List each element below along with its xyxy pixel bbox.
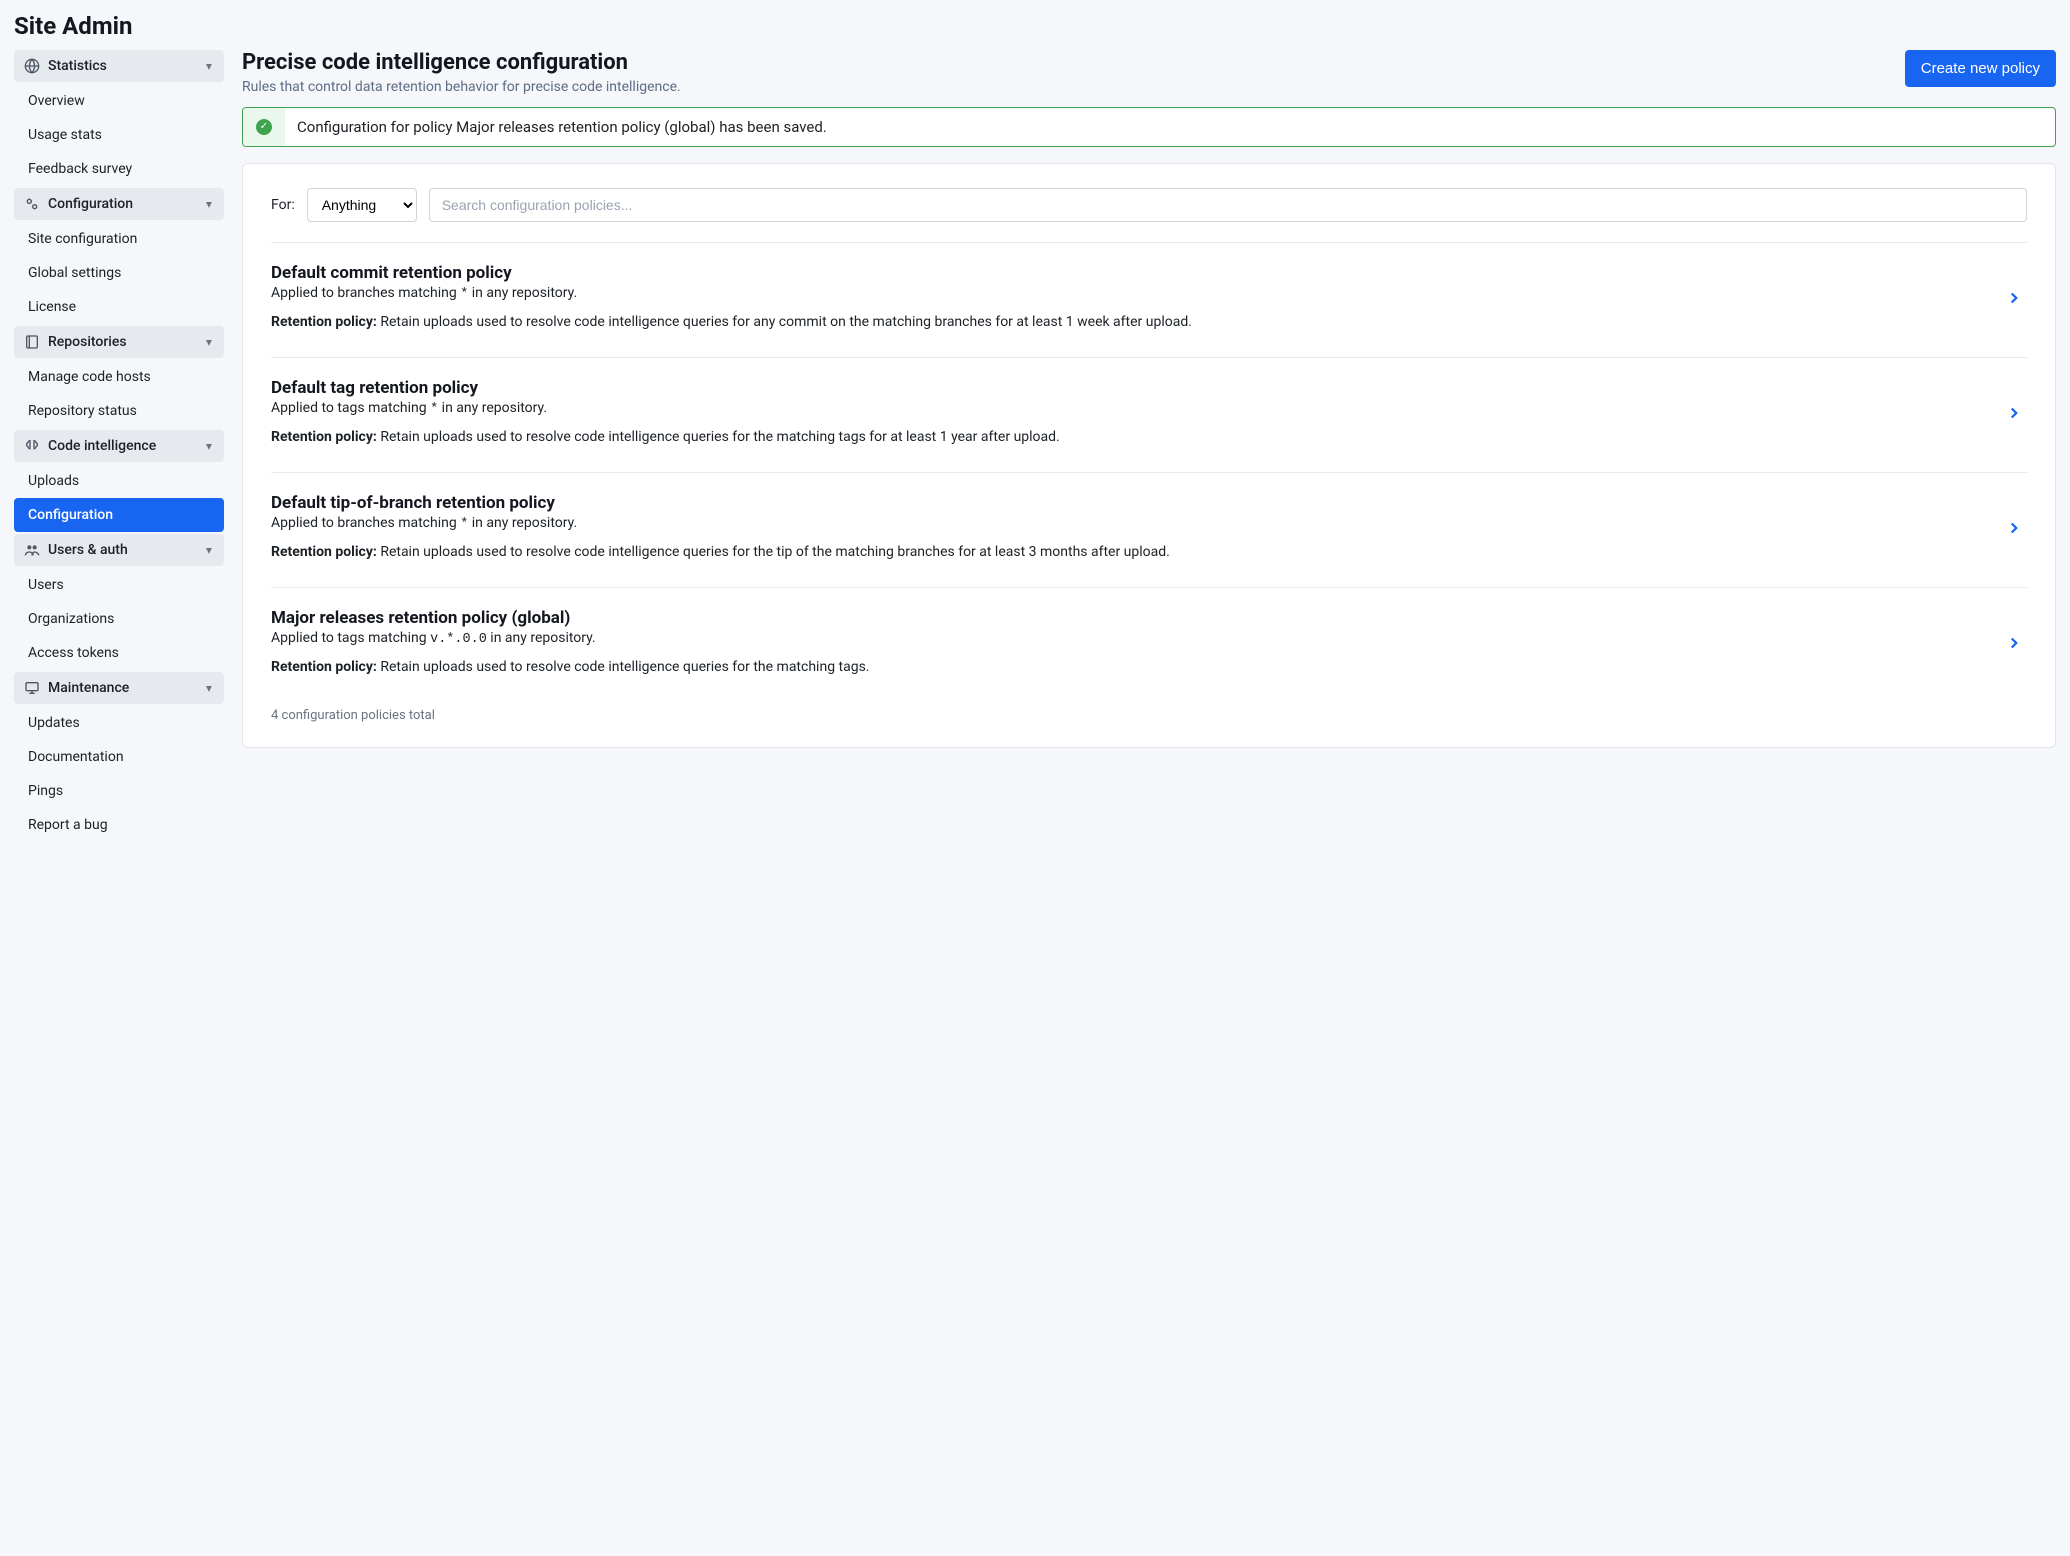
sidebar-item-access-tokens[interactable]: Access tokens bbox=[14, 636, 224, 670]
policy-applied: Applied to branches matching * in any re… bbox=[271, 515, 1989, 532]
sidebar-item-uploads[interactable]: Uploads bbox=[14, 464, 224, 498]
chevron-up-icon: ▲ bbox=[204, 545, 214, 556]
chevron-right-icon bbox=[2001, 519, 2027, 537]
nav-header-label: Maintenance bbox=[48, 680, 196, 696]
search-input[interactable] bbox=[429, 188, 2027, 222]
brain-icon bbox=[24, 438, 40, 454]
sidebar-item-feedback-survey[interactable]: Feedback survey bbox=[14, 152, 224, 186]
policy-item[interactable]: Major releases retention policy (global)… bbox=[271, 587, 2027, 702]
policy-item[interactable]: Default commit retention policy Applied t… bbox=[271, 242, 2027, 357]
nav-header-label: Statistics bbox=[48, 58, 196, 74]
policy-applied: Applied to branches matching * in any re… bbox=[271, 285, 1989, 302]
sidebar-item-documentation[interactable]: Documentation bbox=[14, 740, 224, 774]
policy-title: Default tag retention policy bbox=[271, 378, 1989, 398]
sidebar-item-report-a-bug[interactable]: Report a bug bbox=[14, 808, 224, 842]
nav-header-label: Repositories bbox=[48, 334, 196, 350]
policy-applied: Applied to tags matching v.*.0.0 in any … bbox=[271, 630, 1989, 647]
chevron-right-icon bbox=[2001, 634, 2027, 652]
nav-header-users-auth[interactable]: Users & auth ▲ bbox=[14, 534, 224, 566]
policy-item[interactable]: Default tag retention policy Applied to t… bbox=[271, 357, 2027, 472]
policy-retention: Retention policy: Retain uploads used to… bbox=[271, 657, 1989, 678]
sidebar-item-manage-code-hosts[interactable]: Manage code hosts bbox=[14, 360, 224, 394]
policy-title: Default tip-of-branch retention policy bbox=[271, 493, 1989, 513]
policy-pattern: * bbox=[430, 402, 438, 417]
chevron-up-icon: ▲ bbox=[204, 337, 214, 348]
main-heading: Precise code intelligence configuration bbox=[242, 50, 681, 75]
nav-header-configuration[interactable]: Configuration ▲ bbox=[14, 188, 224, 220]
alert-success: ✓ Configuration for policy Major release… bbox=[242, 107, 2056, 147]
policy-retention: Retention policy: Retain uploads used to… bbox=[271, 542, 1989, 563]
policy-title: Major releases retention policy (global) bbox=[271, 608, 1989, 628]
sidebar-item-usage-stats[interactable]: Usage stats bbox=[14, 118, 224, 152]
users-icon bbox=[24, 542, 40, 558]
sidebar-item-updates[interactable]: Updates bbox=[14, 706, 224, 740]
sidebar-item-global-settings[interactable]: Global settings bbox=[14, 256, 224, 290]
policy-applied: Applied to tags matching * in any reposi… bbox=[271, 400, 1989, 417]
nav-header-label: Configuration bbox=[48, 196, 196, 212]
sidebar-item-overview[interactable]: Overview bbox=[14, 84, 224, 118]
chevron-up-icon: ▲ bbox=[204, 683, 214, 694]
nav-header-label: Users & auth bbox=[48, 542, 196, 558]
globe-icon bbox=[24, 58, 40, 74]
cogs-icon bbox=[24, 196, 40, 212]
nav-header-repositories[interactable]: Repositories ▲ bbox=[14, 326, 224, 358]
repo-icon bbox=[24, 334, 40, 350]
policy-list: Default commit retention policy Applied t… bbox=[271, 242, 2027, 702]
sidebar-item-configuration[interactable]: Configuration bbox=[14, 498, 224, 532]
nav-header-label: Code intelligence bbox=[48, 438, 196, 454]
sidebar-item-repository-status[interactable]: Repository status bbox=[14, 394, 224, 428]
policies-card: For: Anything Default commit retention p… bbox=[242, 163, 2056, 748]
page-title: Site Admin bbox=[14, 12, 2056, 40]
chevron-up-icon: ▲ bbox=[204, 199, 214, 210]
nav-header-code-intelligence[interactable]: Code intelligence ▲ bbox=[14, 430, 224, 462]
sidebar-nav: Statistics ▲ OverviewUsage statsFeedback s… bbox=[14, 50, 224, 844]
monitor-icon bbox=[24, 680, 40, 696]
sidebar-item-pings[interactable]: Pings bbox=[14, 774, 224, 808]
chevron-up-icon: ▲ bbox=[204, 61, 214, 72]
nav-header-maintenance[interactable]: Maintenance ▲ bbox=[14, 672, 224, 704]
sidebar-item-site-configuration[interactable]: Site configuration bbox=[14, 222, 224, 256]
filter-for-label: For: bbox=[271, 197, 295, 213]
main-subheading: Rules that control data retention behavi… bbox=[242, 79, 681, 95]
chevron-right-icon bbox=[2001, 404, 2027, 422]
nav-header-statistics[interactable]: Statistics ▲ bbox=[14, 50, 224, 82]
create-new-policy-button[interactable]: Create new policy bbox=[1905, 50, 2056, 87]
sidebar-item-organizations[interactable]: Organizations bbox=[14, 602, 224, 636]
policy-title: Default commit retention policy bbox=[271, 263, 1989, 283]
policy-retention: Retention policy: Retain uploads used to… bbox=[271, 312, 1989, 333]
filter-for-select[interactable]: Anything bbox=[307, 188, 417, 222]
policy-retention: Retention policy: Retain uploads used to… bbox=[271, 427, 1989, 448]
policy-pattern: v.*.0.0 bbox=[430, 632, 487, 647]
policy-item[interactable]: Default tip-of-branch retention policy Ap… bbox=[271, 472, 2027, 587]
sidebar-item-license[interactable]: License bbox=[14, 290, 224, 324]
chevron-right-icon bbox=[2001, 289, 2027, 307]
alert-message: Configuration for policy Major releases … bbox=[285, 108, 839, 146]
check-circle-icon: ✓ bbox=[243, 108, 285, 146]
chevron-up-icon: ▲ bbox=[204, 441, 214, 452]
policies-total: 4 configuration policies total bbox=[271, 702, 2027, 723]
sidebar-item-users[interactable]: Users bbox=[14, 568, 224, 602]
